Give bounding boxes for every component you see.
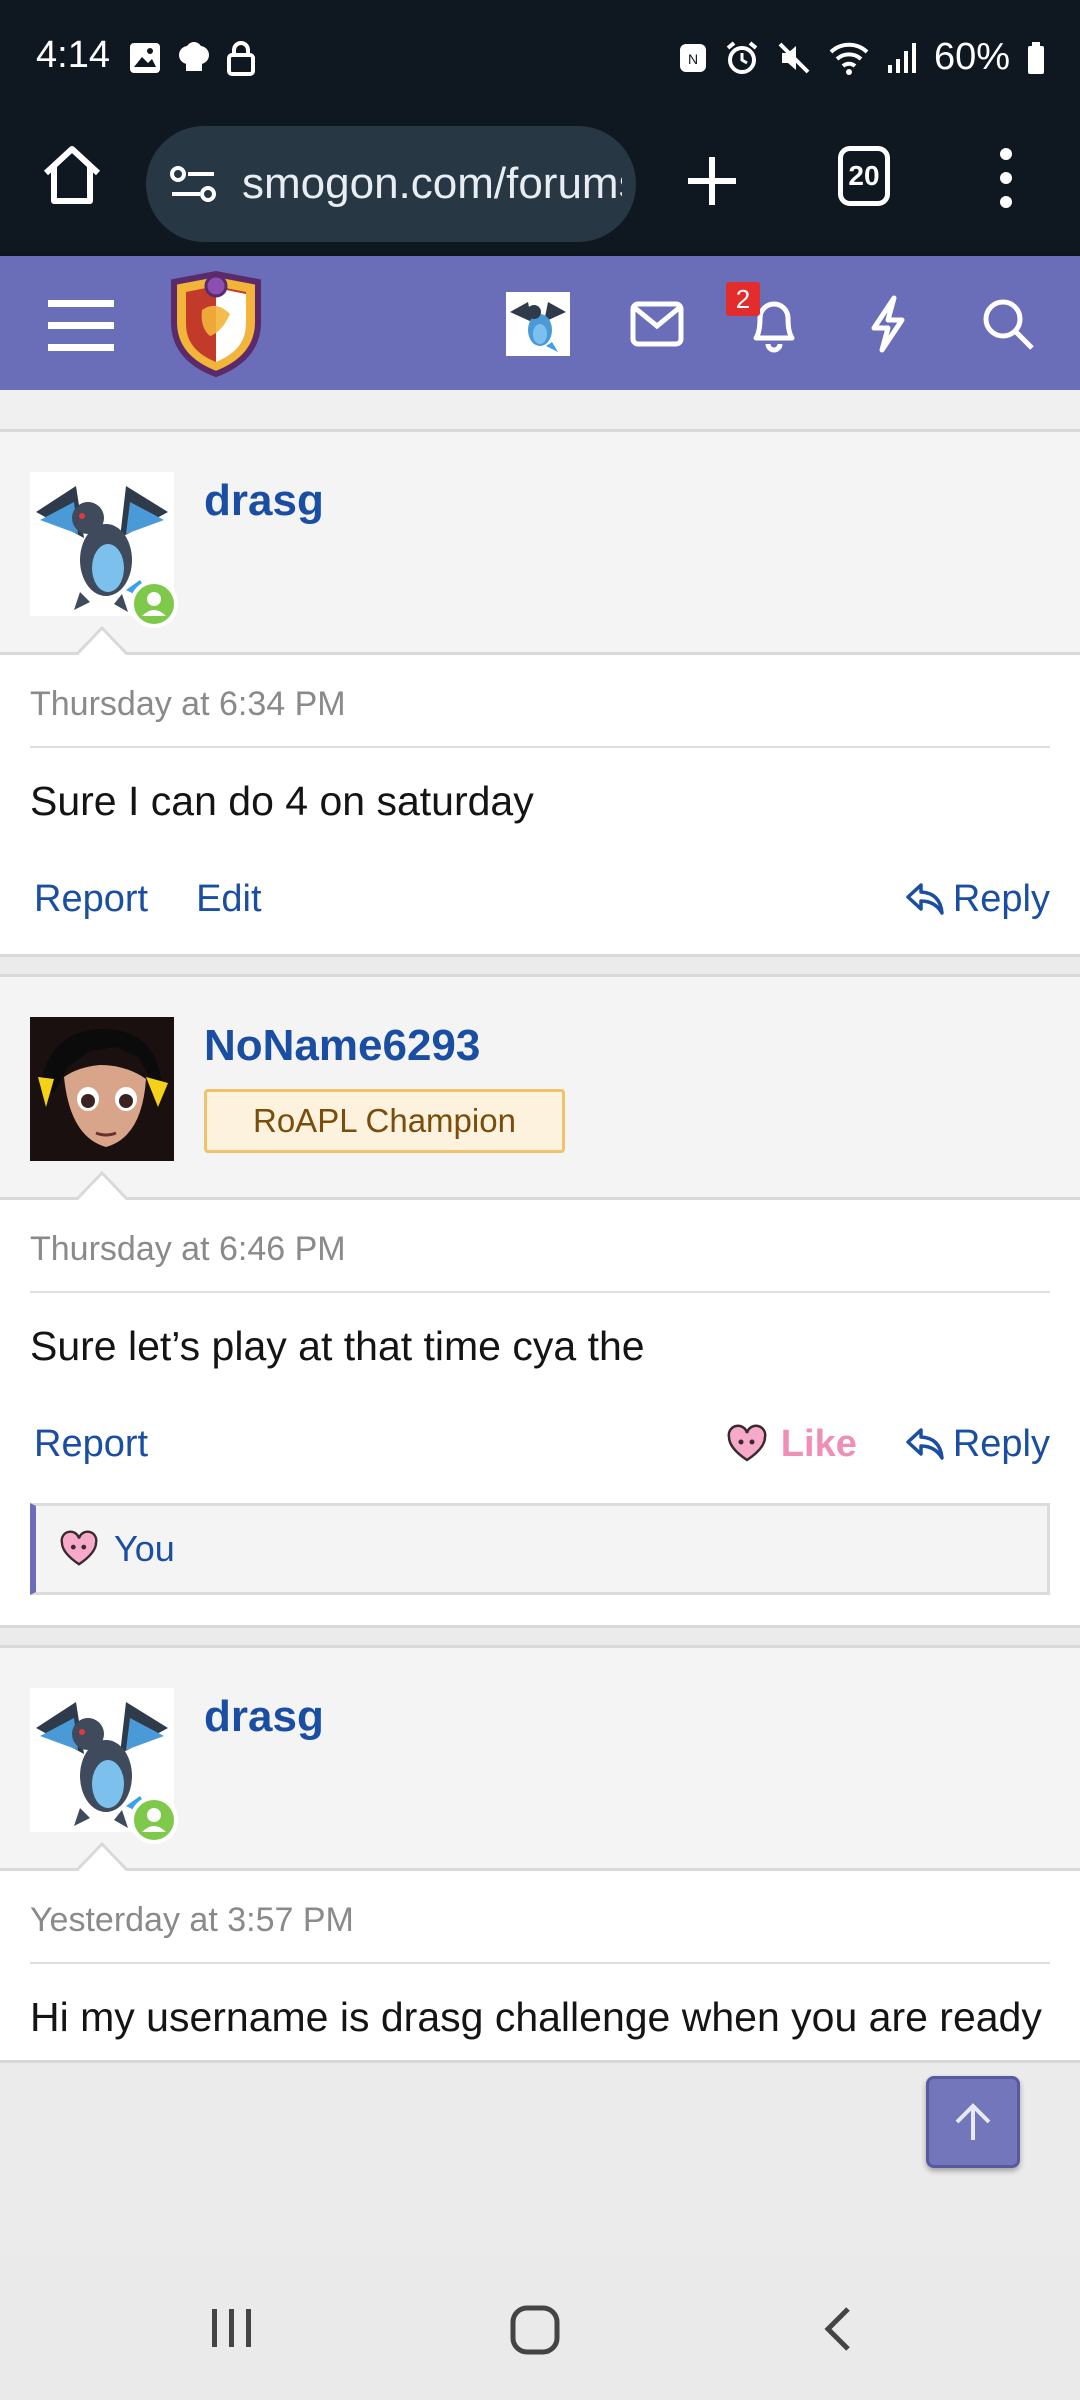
reply-icon bbox=[906, 1428, 944, 1460]
post-actions: Report Edit Reply bbox=[30, 844, 1050, 954]
post: drasg Thursday at 6:34 PM Sure I can do … bbox=[0, 432, 1080, 957]
post-author-block: drasg bbox=[0, 1648, 1080, 1871]
post-date[interactable]: Thursday at 6:34 PM bbox=[30, 655, 1050, 748]
anime-avatar-icon bbox=[30, 1017, 174, 1161]
thread-content: drasg Thursday at 6:34 PM Sure I can do … bbox=[0, 390, 1080, 2255]
system-navigation-bar bbox=[0, 2255, 1080, 2400]
user-title-badge: RoAPL Champion bbox=[204, 1089, 565, 1153]
reply-label: Reply bbox=[952, 1422, 1050, 1465]
post-date[interactable]: Thursday at 6:46 PM bbox=[30, 1200, 1050, 1293]
battery-percentage: 60% bbox=[933, 36, 1010, 78]
like-button[interactable]: Like bbox=[725, 1423, 857, 1466]
report-link[interactable]: Report bbox=[34, 878, 148, 921]
online-status-indicator bbox=[130, 580, 178, 628]
username[interactable]: drasg bbox=[204, 1692, 324, 1742]
avatar[interactable] bbox=[30, 1017, 174, 1161]
home-icon[interactable] bbox=[40, 143, 104, 207]
post-pointer bbox=[76, 1170, 128, 1200]
nfc-icon: N bbox=[679, 43, 706, 72]
reply-button[interactable]: Reply bbox=[905, 878, 1050, 921]
edit-link[interactable]: Edit bbox=[196, 878, 261, 921]
post-date[interactable]: Yesterday at 3:57 PM bbox=[30, 1871, 1050, 1964]
username[interactable]: NoName6293 bbox=[204, 1021, 565, 1071]
username[interactable]: drasg bbox=[204, 476, 324, 526]
back-icon[interactable] bbox=[822, 2305, 852, 2353]
user-icon bbox=[142, 592, 166, 616]
post-pointer bbox=[76, 625, 128, 655]
post-actions: Report Like Reply bbox=[30, 1389, 1050, 1499]
heart-reaction-icon bbox=[60, 1530, 98, 1566]
arrow-up-icon bbox=[955, 2103, 991, 2140]
search-icon[interactable] bbox=[980, 296, 1036, 352]
charizard-avatar-icon bbox=[506, 292, 570, 356]
reactions-list[interactable]: You bbox=[114, 1528, 175, 1570]
scroll-to-top-button[interactable] bbox=[926, 2076, 1020, 2168]
home-button-icon[interactable] bbox=[510, 2305, 560, 2355]
smogon-logo[interactable] bbox=[166, 270, 266, 378]
notification-badge: 2 bbox=[726, 282, 760, 316]
heart-reaction-icon bbox=[727, 1424, 767, 1462]
avatar[interactable] bbox=[30, 1688, 178, 1844]
online-status-indicator bbox=[130, 1796, 178, 1844]
wifi-icon bbox=[829, 42, 869, 75]
post-author-block: NoName6293 RoAPL Champion bbox=[0, 977, 1080, 1200]
status-time: 4:14 bbox=[36, 34, 110, 76]
lock-icon bbox=[227, 41, 255, 76]
user-avatar-button[interactable] bbox=[506, 292, 570, 356]
chef-hat-icon bbox=[179, 42, 209, 71]
post-pointer bbox=[76, 1841, 128, 1871]
battery-icon bbox=[1028, 41, 1044, 74]
reply-button[interactable]: Reply bbox=[905, 1423, 1050, 1466]
forum-nav-bar: 2 bbox=[0, 256, 1080, 390]
mail-icon[interactable] bbox=[630, 300, 684, 348]
like-label: Like bbox=[780, 1422, 857, 1465]
recent-apps-icon[interactable] bbox=[210, 2307, 254, 2349]
site-settings-icon[interactable] bbox=[168, 158, 220, 210]
reply-label: Reply bbox=[952, 877, 1050, 920]
more-options-icon[interactable] bbox=[996, 146, 1016, 210]
new-tab-icon[interactable] bbox=[686, 155, 738, 207]
whats-new-bolt-icon[interactable] bbox=[866, 294, 910, 354]
user-icon bbox=[142, 1808, 166, 1832]
browser-toolbar: smogon.com/forums 20 bbox=[0, 118, 1080, 256]
post-message: Hi my username is drasg challenge when y… bbox=[30, 1994, 1042, 2040]
url-text[interactable]: smogon.com/forums bbox=[242, 159, 622, 209]
post-message: Sure let’s play at that time cya the bbox=[30, 1323, 645, 1369]
post-message: Sure I can do 4 on saturday bbox=[30, 778, 534, 824]
avatar[interactable] bbox=[30, 472, 178, 628]
gallery-icon bbox=[130, 43, 160, 73]
tab-switcher-button[interactable]: 20 bbox=[838, 146, 890, 206]
alarm-icon bbox=[726, 40, 758, 74]
hamburger-menu-icon[interactable] bbox=[48, 298, 114, 354]
post: drasg Yesterday at 3:57 PM Hi my usernam… bbox=[0, 1648, 1080, 2063]
post-author-block: drasg bbox=[0, 432, 1080, 655]
signal-icon bbox=[887, 42, 916, 73]
reply-icon bbox=[906, 883, 944, 915]
address-bar[interactable]: smogon.com/forums bbox=[146, 126, 636, 242]
svg-text:N: N bbox=[688, 51, 698, 67]
reactions-bar[interactable]: You bbox=[30, 1503, 1050, 1595]
status-bar: 4:14 N 60% bbox=[0, 0, 1080, 118]
mute-icon bbox=[778, 42, 810, 73]
report-link[interactable]: Report bbox=[34, 1423, 148, 1466]
post: NoName6293 RoAPL Champion Thursday at 6:… bbox=[0, 977, 1080, 1628]
